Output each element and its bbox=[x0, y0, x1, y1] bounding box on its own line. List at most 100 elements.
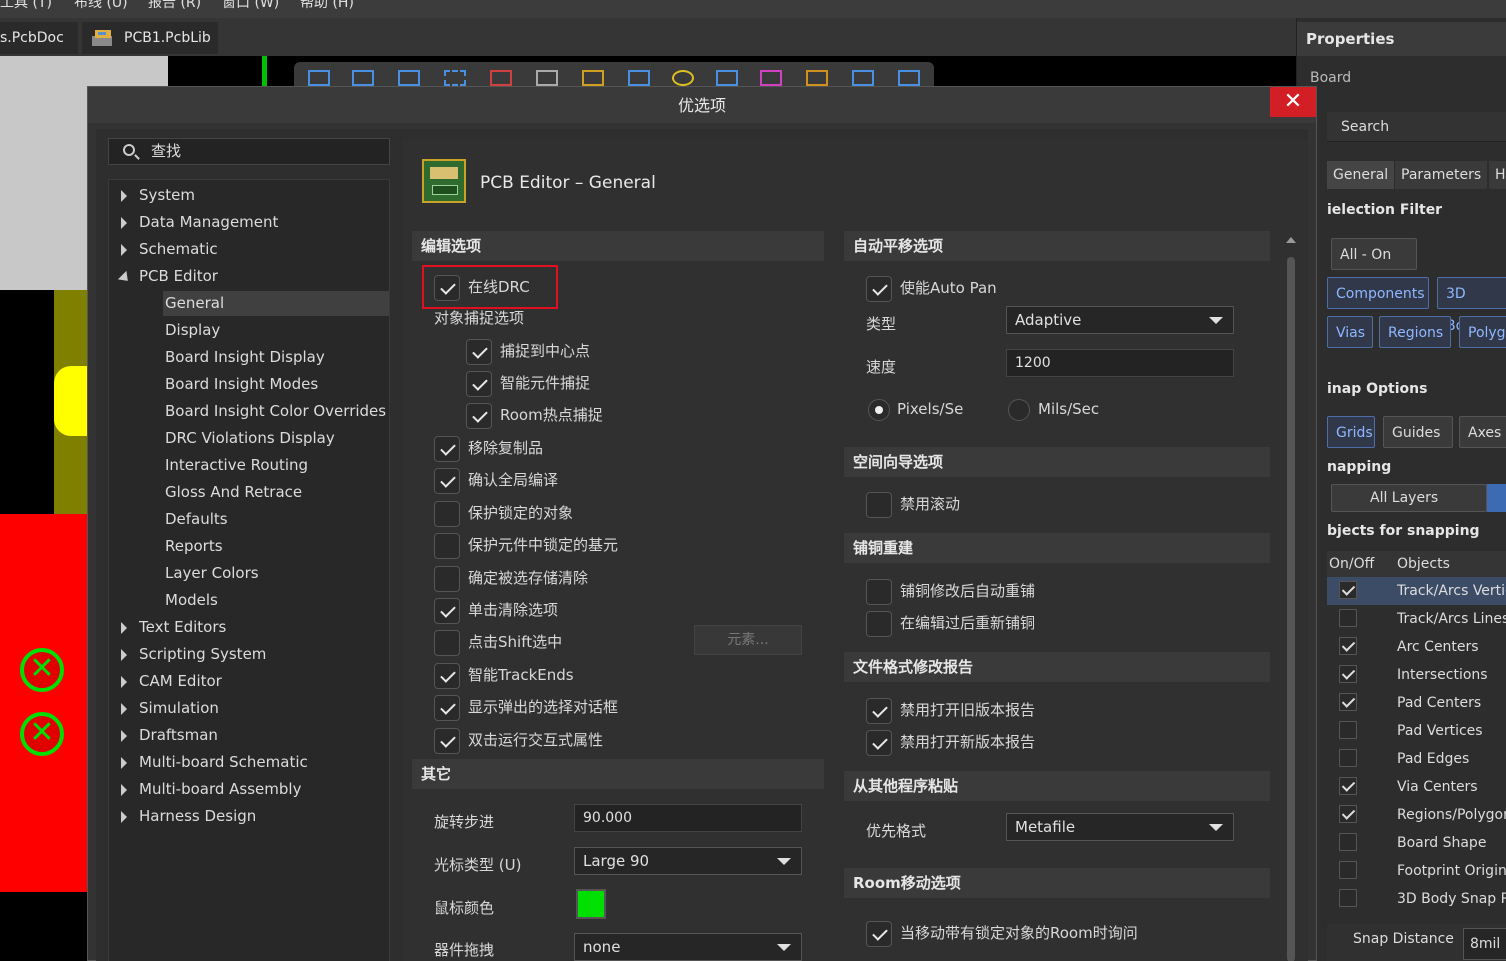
chevron-right-icon[interactable] bbox=[121, 217, 127, 229]
snap-object-row[interactable]: Footprint Origin bbox=[1327, 857, 1506, 885]
chevron-right-icon[interactable] bbox=[121, 190, 127, 202]
file-format-opt-checkbox[interactable] bbox=[866, 730, 892, 756]
preferred-format-select[interactable]: Metafile bbox=[1006, 813, 1234, 841]
snap-object-checkbox[interactable] bbox=[1339, 805, 1357, 823]
route-icon[interactable] bbox=[352, 70, 374, 86]
menu-route[interactable]: 布线 (U) bbox=[74, 0, 128, 12]
snap-object-row[interactable]: Intersections bbox=[1327, 661, 1506, 689]
settings-scrollbar[interactable] bbox=[1284, 237, 1298, 961]
snap-opt-checkbox[interactable] bbox=[466, 403, 492, 429]
snap-opt-checkbox[interactable] bbox=[466, 339, 492, 365]
disable-roll-checkbox[interactable] bbox=[866, 492, 892, 518]
tree-item[interactable]: Models bbox=[109, 588, 389, 613]
all-on-button[interactable]: All - On bbox=[1331, 238, 1417, 270]
menu-help[interactable]: 帮助 (H) bbox=[300, 0, 354, 12]
tree-item[interactable]: Harness Design bbox=[109, 804, 389, 829]
snap-object-row[interactable]: 3D Body Snap P bbox=[1327, 885, 1506, 913]
tree-item[interactable]: System bbox=[109, 183, 389, 208]
snap-object-checkbox[interactable] bbox=[1339, 861, 1357, 879]
snap-grids-button[interactable]: Grids bbox=[1327, 416, 1375, 448]
chevron-right-icon[interactable] bbox=[121, 757, 127, 769]
close-button[interactable]: ✕ bbox=[1270, 87, 1316, 117]
chevron-right-icon[interactable] bbox=[121, 649, 127, 661]
cursor-type-select[interactable]: Large 90 bbox=[574, 847, 802, 875]
snap-object-checkbox[interactable] bbox=[1339, 609, 1357, 627]
align-icon[interactable] bbox=[490, 70, 512, 86]
repour-opt-checkbox[interactable] bbox=[866, 611, 892, 637]
autopan-type-select[interactable]: Adaptive bbox=[1006, 306, 1234, 334]
scroll-up-icon[interactable] bbox=[1286, 237, 1296, 243]
edit-opt-checkbox[interactable] bbox=[434, 598, 460, 624]
filter-regions-button[interactable]: Regions bbox=[1379, 316, 1451, 348]
edit-opt-checkbox[interactable] bbox=[434, 436, 460, 462]
all-layers-button[interactable]: All Layers bbox=[1331, 484, 1487, 512]
tree-item[interactable]: Gloss And Retrace bbox=[109, 480, 389, 505]
tree-item[interactable]: Scripting System bbox=[109, 642, 389, 667]
snap-object-row[interactable]: Pad Vertices bbox=[1327, 717, 1506, 745]
filter-polygons-button[interactable]: Polyg bbox=[1459, 316, 1506, 348]
scroll-thumb[interactable] bbox=[1287, 257, 1295, 961]
properties-search-input[interactable]: Search bbox=[1327, 112, 1506, 142]
edit-opt-checkbox[interactable] bbox=[434, 565, 460, 592]
component-drag-select[interactable]: none bbox=[574, 933, 802, 961]
edit-opt-checkbox[interactable] bbox=[434, 695, 460, 722]
arc-icon[interactable] bbox=[628, 70, 650, 86]
line-icon[interactable] bbox=[852, 70, 874, 86]
menu-window[interactable]: 窗口 (W) bbox=[222, 0, 279, 12]
snap-object-row[interactable]: Arc Centers bbox=[1327, 633, 1506, 661]
edit-opt-checkbox[interactable] bbox=[434, 630, 460, 657]
snap-object-row[interactable]: Track/Arcs Vertic bbox=[1327, 577, 1506, 605]
snap-object-checkbox[interactable] bbox=[1339, 665, 1357, 683]
edit-opt-checkbox[interactable] bbox=[434, 468, 460, 495]
snap-object-row[interactable]: Board Shape bbox=[1327, 829, 1506, 857]
snap-object-row[interactable]: Track/Arcs Lines bbox=[1327, 605, 1506, 633]
filter-3d-bodies-button[interactable]: 3D Bodie bbox=[1437, 277, 1506, 334]
snap-opt-checkbox[interactable] bbox=[466, 371, 492, 397]
snap-object-row[interactable]: Via Centers bbox=[1327, 773, 1506, 801]
mils-radio[interactable] bbox=[1008, 399, 1030, 421]
edit-opt-checkbox[interactable] bbox=[434, 662, 460, 689]
snap-object-checkbox[interactable] bbox=[1339, 721, 1357, 739]
chevron-right-icon[interactable] bbox=[121, 244, 127, 256]
file-format-opt-checkbox[interactable] bbox=[866, 698, 892, 724]
menu-tools[interactable]: 工具 (T) bbox=[0, 0, 52, 12]
mouse-color-swatch[interactable] bbox=[576, 889, 606, 919]
edit-opt-checkbox[interactable] bbox=[434, 533, 460, 560]
snap-guides-button[interactable]: Guides bbox=[1383, 416, 1453, 448]
autopan-speed-input[interactable]: 1200 bbox=[1006, 349, 1234, 377]
snap-object-checkbox[interactable] bbox=[1339, 833, 1357, 851]
tab-pcblib[interactable]: PCB1.PcbLib bbox=[82, 22, 218, 54]
repour-opt-checkbox[interactable] bbox=[866, 579, 892, 605]
move-icon[interactable] bbox=[398, 70, 420, 86]
layers-toggle[interactable] bbox=[1487, 484, 1506, 512]
enable-autopan-checkbox[interactable] bbox=[866, 276, 892, 302]
tab-general[interactable]: General bbox=[1327, 161, 1395, 189]
snap-object-row[interactable]: Pad Edges bbox=[1327, 745, 1506, 773]
tab-h[interactable]: H bbox=[1489, 161, 1506, 189]
tree-item[interactable]: Schematic bbox=[109, 237, 389, 262]
snap-object-checkbox[interactable] bbox=[1339, 637, 1357, 655]
room-move-checkbox[interactable] bbox=[866, 921, 892, 947]
tree-item[interactable]: Multi-board Assembly bbox=[109, 777, 389, 802]
edit-opt-checkbox[interactable] bbox=[434, 727, 460, 754]
snap-axes-button[interactable]: Axes bbox=[1459, 416, 1506, 448]
chevron-right-icon[interactable] bbox=[121, 811, 127, 823]
filter-vias-button[interactable]: Vias bbox=[1327, 316, 1373, 348]
snap-object-checkbox[interactable] bbox=[1339, 749, 1357, 767]
string-icon[interactable] bbox=[806, 70, 828, 86]
snap-object-checkbox[interactable] bbox=[1339, 777, 1357, 795]
tree-item[interactable]: Board Insight Modes bbox=[109, 372, 389, 397]
chevron-right-icon[interactable] bbox=[121, 784, 127, 796]
tree-item[interactable]: Reports bbox=[109, 534, 389, 559]
tree-item[interactable]: General bbox=[163, 291, 389, 316]
tree-item[interactable]: Data Management bbox=[109, 210, 389, 235]
draw-icon[interactable] bbox=[898, 70, 920, 86]
menu-reports[interactable]: 报告 (R) bbox=[148, 0, 201, 12]
snap-object-row[interactable]: Regions/Polygor bbox=[1327, 801, 1506, 829]
tab-pcbdoc[interactable]: s.PcbDoc * bbox=[0, 22, 78, 78]
snap-distance-input[interactable]: 8mil bbox=[1463, 928, 1506, 960]
tree-item[interactable]: Text Editors bbox=[109, 615, 389, 640]
online-drc-checkbox[interactable] bbox=[434, 275, 460, 301]
tree-item[interactable]: Display bbox=[109, 318, 389, 343]
tree-item[interactable]: Board Insight Color Overrides bbox=[109, 399, 389, 424]
